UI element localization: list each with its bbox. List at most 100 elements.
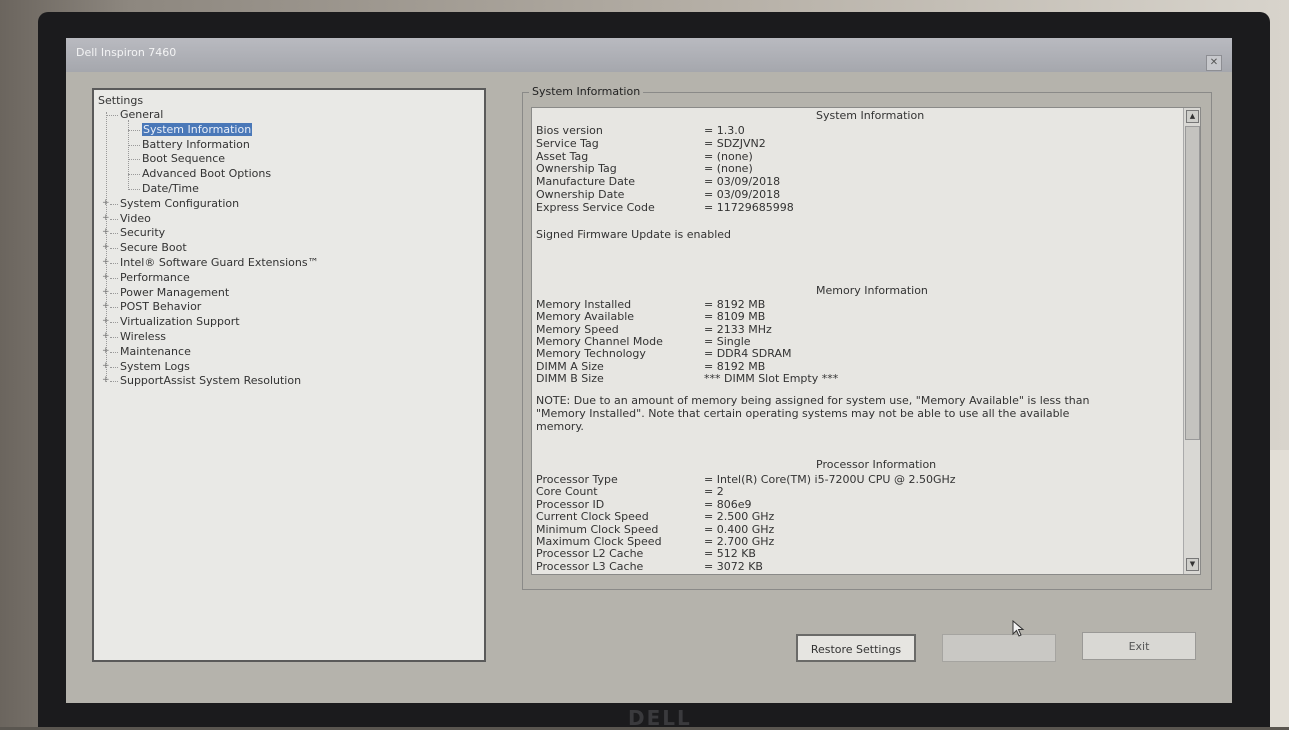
plus-icon[interactable]: + (102, 227, 110, 237)
tree-item-boot-sequence[interactable]: Boot Sequence (142, 152, 225, 165)
tree-connector (110, 248, 118, 250)
info-value: = Single (704, 334, 751, 348)
close-icon[interactable]: ✕ (1206, 55, 1222, 71)
info-value: = (none) (704, 162, 753, 176)
tree-connector (128, 174, 140, 176)
info-value: = Intel(R) Core(TM) i5-7200U CPU @ 2.50G… (704, 473, 956, 486)
info-key: Express Service Code (536, 200, 655, 214)
info-value: = SDZJVN2 (704, 136, 766, 150)
scroll-thumb[interactable] (1185, 126, 1200, 440)
plus-icon[interactable]: + (102, 213, 110, 223)
info-key: Memory Technology (536, 347, 646, 361)
plus-icon[interactable]: + (102, 242, 110, 252)
tree-item-security[interactable]: Security (120, 226, 165, 239)
memory-info-header: Memory Information (816, 284, 928, 297)
tree-connector (110, 292, 118, 294)
tree-item-advanced-boot-options[interactable]: Advanced Boot Options (142, 167, 271, 180)
info-key: Bios version (536, 124, 603, 137)
tree-item-performance[interactable]: Performance (120, 271, 190, 284)
tree-connector (110, 322, 118, 324)
system-information-box: System Information Bios version = 1.3.0 Ser… (531, 107, 1201, 575)
exit-button[interactable]: Exit (1082, 632, 1196, 660)
scroll-up-icon[interactable]: ▲ (1186, 110, 1199, 123)
info-value: = 2.500 GHz (704, 510, 775, 524)
processor-info-header: Processor Information (816, 458, 937, 471)
info-value: = 8192 MB (704, 359, 766, 373)
info-value: = 2 (704, 485, 724, 499)
restore-settings-button[interactable]: Restore Settings (796, 634, 916, 662)
info-key: Ownership Tag (536, 162, 617, 176)
tree-connector (110, 337, 118, 338)
tree-item-battery-information[interactable]: Battery Information (142, 138, 250, 151)
apply-button[interactable] (942, 634, 1056, 662)
info-key: Processor Type (536, 473, 618, 486)
vertical-scrollbar[interactable]: ▲ ▼ (1183, 108, 1200, 574)
plus-icon[interactable]: + (102, 331, 110, 341)
info-key: DIMM B Size (536, 371, 604, 385)
info-value: = 0.400 GHz (704, 522, 775, 536)
tree-item-post-behavior[interactable]: POST Behavior (120, 300, 201, 313)
tree-connector (128, 144, 140, 146)
info-value: = 512 KB (704, 547, 756, 561)
tree-item-power-management[interactable]: Power Management (120, 286, 229, 299)
tree-connector (110, 351, 118, 353)
tree-item-system-information[interactable]: System Information (142, 122, 253, 136)
tree-connector (110, 366, 118, 368)
plus-icon[interactable]: + (102, 257, 110, 267)
tree-connector (110, 263, 118, 264)
plus-icon[interactable]: + (102, 287, 110, 297)
plus-icon[interactable]: + (102, 346, 110, 356)
info-key: Minimum Clock Speed (536, 522, 659, 536)
info-value: = DDR4 SDRAM (704, 347, 792, 361)
info-value: = (none) (704, 149, 753, 163)
tree-item-intel-software-guard-extensions[interactable]: Intel® Software Guard Extensions™ (120, 256, 319, 269)
tree-item-maintenance[interactable]: Maintenance (120, 345, 191, 358)
info-key: Maximum Clock Speed (536, 535, 662, 548)
tree-connector (110, 307, 118, 309)
info-value: = 2133 MHz (704, 322, 772, 336)
tree-item-general[interactable]: General (120, 108, 163, 121)
plus-icon[interactable]: + (102, 375, 110, 385)
plus-icon[interactable]: + (102, 198, 110, 208)
plus-icon[interactable]: + (102, 316, 110, 326)
group-title: System Information (529, 85, 644, 98)
info-key: Manufacture Date (536, 175, 635, 189)
plus-icon[interactable]: + (102, 272, 110, 282)
tree-item-system-configuration[interactable]: System Configuration (120, 197, 239, 210)
tree-item-video[interactable]: Video (120, 212, 151, 225)
tree-connector (128, 159, 140, 161)
info-key: Memory Available (536, 310, 635, 324)
tree-item-supportassist-system-resolution[interactable]: SupportAssist System Resolution (120, 374, 301, 387)
tree-connector (128, 189, 140, 190)
info-key: Memory Installed (536, 298, 632, 311)
tree-item-system-logs[interactable]: System Logs (120, 360, 190, 373)
tree-connector (128, 129, 140, 131)
system-info-header: System Information (816, 109, 925, 122)
bios-window: Dell Inspiron 7460 ✕ Settings General Sys… (66, 38, 1232, 703)
info-value: = 11729685998 (704, 200, 794, 214)
info-value: = 806e9 (704, 497, 752, 511)
info-value: = 03/09/2018 (704, 175, 781, 189)
info-key: Current Clock Speed (536, 510, 649, 524)
info-value: *** DIMM Slot Empty *** (704, 371, 839, 385)
plus-icon[interactable]: + (102, 301, 110, 311)
info-value: = 03/09/2018 (704, 188, 781, 201)
mouse-pointer-icon (1012, 620, 1025, 637)
tree-item-virtualization-support[interactable]: Virtualization Support (120, 315, 240, 328)
info-key: Service Tag (536, 136, 599, 150)
info-value: = 8192 MB (704, 298, 766, 311)
info-value: = 3072 KB (704, 559, 763, 573)
window-title: Dell Inspiron 7460 (76, 46, 177, 59)
tree-item-wireless[interactable]: Wireless (120, 330, 166, 343)
tree-connector (110, 233, 118, 235)
scroll-down-icon[interactable]: ▼ (1186, 558, 1199, 571)
info-key: Processor L2 Cache (536, 547, 644, 561)
info-key: Memory Channel Mode (536, 334, 663, 348)
dell-logo: DELL (628, 706, 692, 730)
info-value: = 1.3.0 (704, 124, 745, 137)
tree-root-settings[interactable]: Settings (98, 94, 143, 107)
tree-item-secure-boot[interactable]: Secure Boot (120, 241, 187, 254)
tree-item-date-time[interactable]: Date/Time (142, 182, 199, 195)
memory-note: NOTE: Due to an amount of memory being a… (536, 394, 1090, 433)
plus-icon[interactable]: + (102, 361, 110, 371)
